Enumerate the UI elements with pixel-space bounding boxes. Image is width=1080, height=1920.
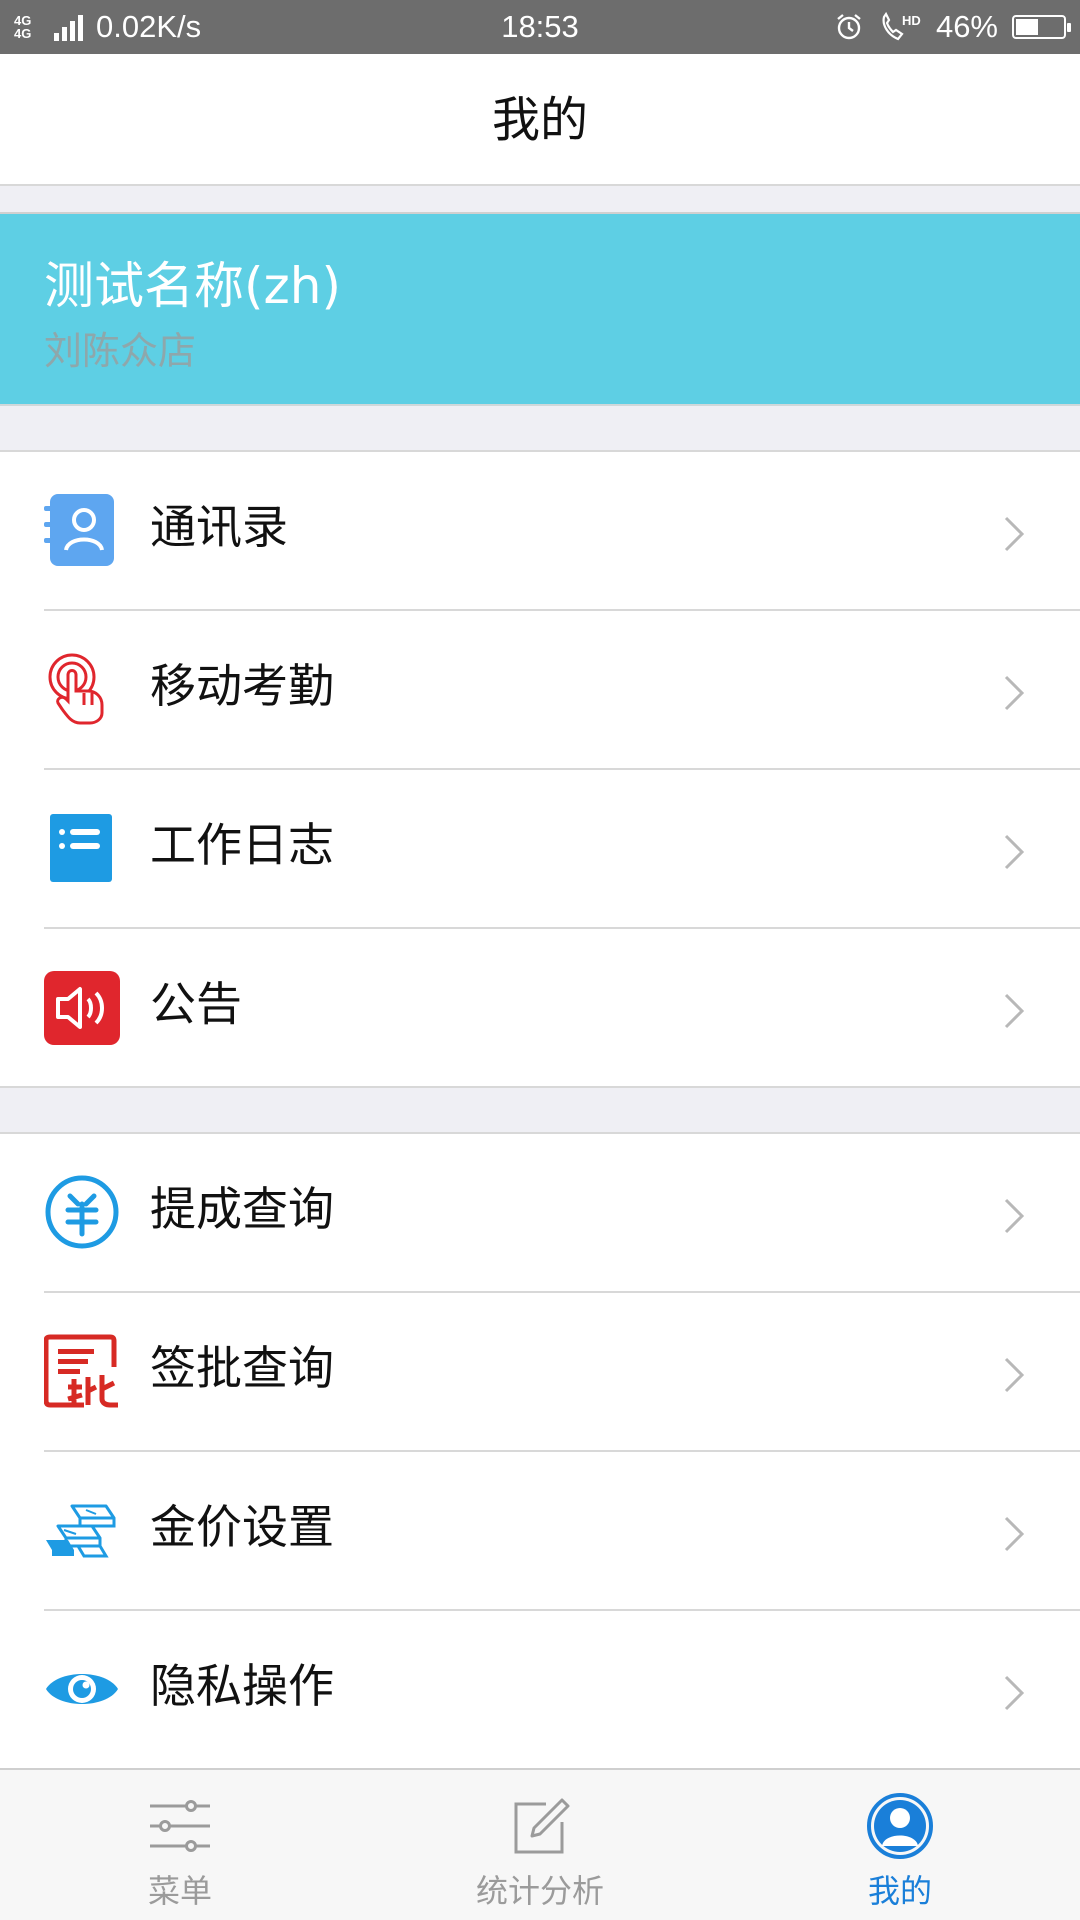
bottom-nav: 菜单 统计分析 我的 (0, 1768, 1080, 1920)
chevron-right-icon (1004, 1357, 1025, 1393)
hd-call-icon: HD (882, 11, 921, 41)
commission-icon (45, 1175, 119, 1249)
status-bar: 4G 4G 0.02K/s 18:53 HD 46% (0, 0, 1080, 54)
chevron-right-icon (1004, 1516, 1025, 1552)
chevron-right-icon (1004, 834, 1025, 870)
gold-bars-icon (46, 1504, 116, 1558)
chevron-right-icon (1004, 516, 1025, 552)
nav-label: 菜单 (147, 1872, 212, 1910)
nav-tab-menu[interactable]: 菜单 (0, 1770, 360, 1920)
battery-icon (1012, 15, 1071, 39)
status-right: HD 46% (834, 0, 1071, 54)
user-profile-icon (867, 1793, 933, 1859)
menu-item-announcement[interactable]: 公告 (0, 929, 1080, 1088)
menu-item-work-log[interactable]: 工作日志 (0, 770, 1080, 929)
page-header: 我的 (0, 54, 1080, 186)
chevron-right-icon (1004, 993, 1025, 1029)
menu-item-approval[interactable]: 签批查询 (0, 1293, 1080, 1452)
profile-store: 刘陈众店 (44, 329, 197, 373)
menu-group-2: 提成查询 签批查询 金价设置 隐私操作 (0, 1132, 1080, 1770)
alarm-icon (837, 14, 861, 40)
menu-label: 提成查询 (150, 1182, 334, 1236)
nav-label: 统计分析 (475, 1872, 604, 1910)
menu-label: 公告 (150, 977, 242, 1031)
chevron-right-icon (1004, 1675, 1025, 1711)
menu-label: 隐私操作 (150, 1659, 334, 1713)
menu-item-contacts[interactable]: 通讯录 (0, 452, 1080, 611)
nav-tab-mine[interactable]: 我的 (720, 1770, 1080, 1920)
menu-item-commission[interactable]: 提成查询 (0, 1134, 1080, 1293)
profile-card[interactable]: 测试名称(zh) 刘陈众店 (0, 212, 1080, 406)
chevron-right-icon (1004, 675, 1025, 711)
svg-text:HD: HD (902, 13, 921, 28)
chevron-right-icon (1004, 1198, 1025, 1234)
menu-label: 签批查询 (150, 1341, 334, 1395)
menu-label: 通讯录 (150, 500, 288, 554)
privacy-eye-icon (46, 1674, 118, 1704)
page-title: 我的 (491, 92, 588, 148)
work-log-icon (50, 814, 112, 882)
touch-attendance-icon (48, 653, 104, 725)
approval-icon (44, 1334, 118, 1408)
profile-name: 测试名称(zh) (44, 257, 341, 315)
menu-item-privacy[interactable]: 隐私操作 (0, 1611, 1080, 1770)
contacts-icon (44, 494, 114, 566)
announcement-icon (44, 971, 120, 1045)
menu-item-gold-price[interactable]: 金价设置 (0, 1452, 1080, 1611)
menu-label: 移动考勤 (150, 659, 334, 713)
nav-label: 我的 (867, 1872, 932, 1910)
menu-item-attendance[interactable]: 移动考勤 (0, 611, 1080, 770)
menu-label: 金价设置 (150, 1500, 334, 1554)
battery-percent: 46% (935, 9, 998, 44)
edit-note-icon (514, 1798, 570, 1854)
menu-group-1: 通讯录 移动考勤 工作日志 公告 (0, 450, 1080, 1088)
menu-sliders-icon (150, 1800, 210, 1852)
menu-label: 工作日志 (150, 818, 334, 872)
nav-tab-statistics[interactable]: 统计分析 (360, 1770, 720, 1920)
